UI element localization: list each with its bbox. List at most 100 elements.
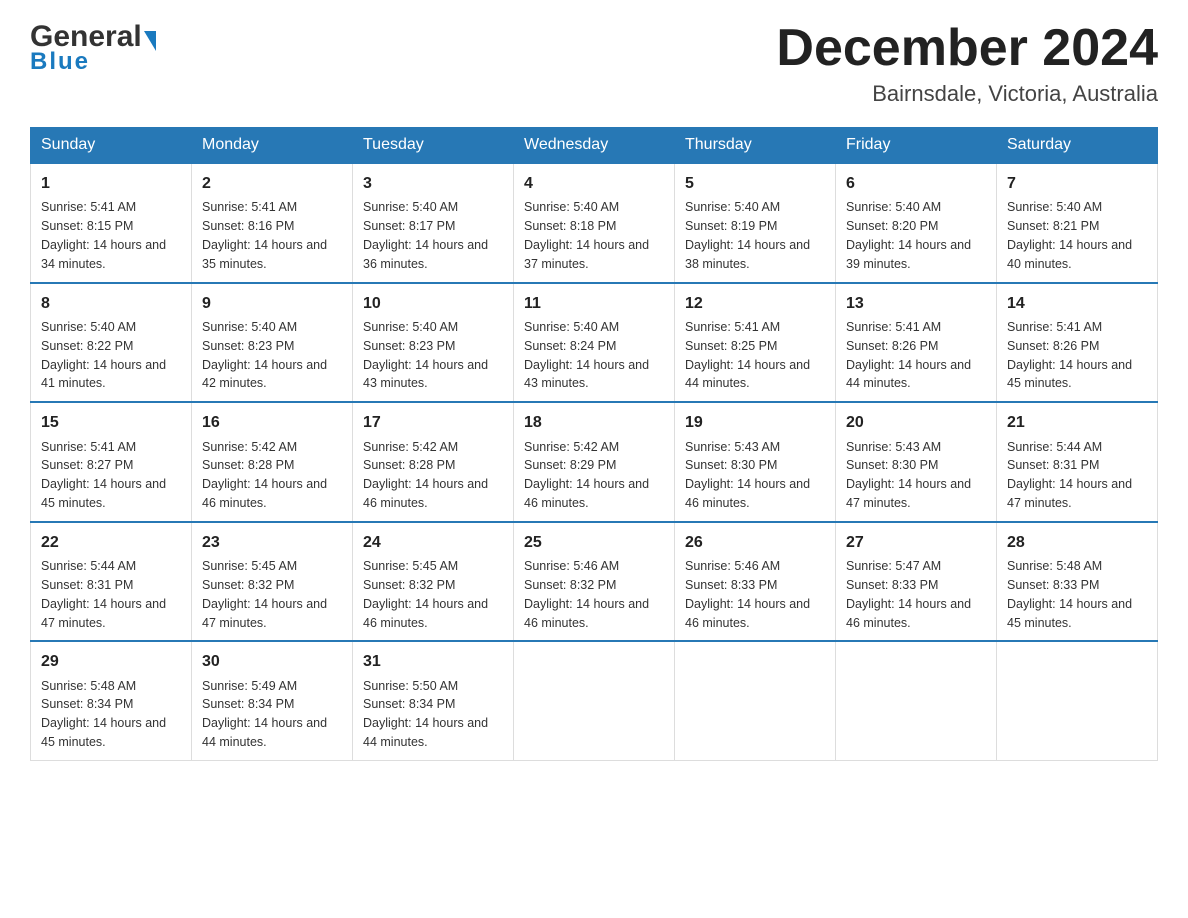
day-number: 14	[1007, 292, 1147, 315]
calendar-week-row: 15 Sunrise: 5:41 AMSunset: 8:27 PMDayligh…	[31, 402, 1158, 522]
day-number: 17	[363, 411, 503, 434]
calendar-cell	[997, 641, 1158, 760]
day-info: Sunrise: 5:42 AMSunset: 8:28 PMDaylight:…	[363, 440, 488, 511]
day-info: Sunrise: 5:45 AMSunset: 8:32 PMDaylight:…	[202, 559, 327, 630]
day-info: Sunrise: 5:44 AMSunset: 8:31 PMDaylight:…	[1007, 440, 1132, 511]
calendar-cell: 22Sunrise: 5:44 AMSunset: 8:31 PMDayligh…	[31, 522, 192, 642]
calendar-cell: 4 Sunrise: 5:40 AMSunset: 8:18 PMDaylight…	[514, 163, 675, 283]
day-number: 6	[846, 172, 986, 195]
day-number: 15	[41, 411, 181, 434]
day-info: Sunrise: 5:48 AMSunset: 8:33 PMDaylight:…	[1007, 559, 1132, 630]
calendar-cell: 6 Sunrise: 5:40 AMSunset: 8:20 PMDaylight…	[836, 163, 997, 283]
calendar-cell: 23Sunrise: 5:45 AMSunset: 8:32 PMDayligh…	[192, 522, 353, 642]
col-header-tuesday: Tuesday	[353, 128, 514, 164]
day-number: 26	[685, 531, 825, 554]
day-number: 20	[846, 411, 986, 434]
logo-blue-text: Blue	[30, 48, 90, 76]
title-area: December 2024 Bairnsdale, Victoria, Aust…	[776, 20, 1158, 107]
calendar-cell: 14 Sunrise: 5:41 AMSunset: 8:26 PMDayligh…	[997, 283, 1158, 403]
day-info: Sunrise: 5:40 AMSunset: 8:23 PMDaylight:…	[202, 320, 327, 391]
day-info: Sunrise: 5:40 AMSunset: 8:24 PMDaylight:…	[524, 320, 649, 391]
month-title: December 2024	[776, 20, 1158, 77]
calendar-cell: 10 Sunrise: 5:40 AMSunset: 8:23 PMDayligh…	[353, 283, 514, 403]
calendar-cell: 17 Sunrise: 5:42 AMSunset: 8:28 PMDayligh…	[353, 402, 514, 522]
day-info: Sunrise: 5:40 AMSunset: 8:19 PMDaylight:…	[685, 200, 810, 271]
day-number: 3	[363, 172, 503, 195]
day-number: 29	[41, 650, 181, 673]
calendar-cell: 30 Sunrise: 5:49 AMSunset: 8:34 PMDayligh…	[192, 641, 353, 760]
day-info: Sunrise: 5:40 AMSunset: 8:18 PMDaylight:…	[524, 200, 649, 271]
day-info: Sunrise: 5:45 AMSunset: 8:32 PMDaylight:…	[363, 559, 488, 630]
calendar-cell: 16 Sunrise: 5:42 AMSunset: 8:28 PMDayligh…	[192, 402, 353, 522]
col-header-thursday: Thursday	[675, 128, 836, 164]
calendar-cell: 11Sunrise: 5:40 AMSunset: 8:24 PMDayligh…	[514, 283, 675, 403]
calendar-cell: 31 Sunrise: 5:50 AMSunset: 8:34 PMDayligh…	[353, 641, 514, 760]
calendar-cell: 3 Sunrise: 5:40 AMSunset: 8:17 PMDaylight…	[353, 163, 514, 283]
calendar-week-row: 22Sunrise: 5:44 AMSunset: 8:31 PMDayligh…	[31, 522, 1158, 642]
calendar-cell	[514, 641, 675, 760]
day-info: Sunrise: 5:42 AMSunset: 8:28 PMDaylight:…	[202, 440, 327, 511]
day-number: 27	[846, 531, 986, 554]
day-info: Sunrise: 5:40 AMSunset: 8:21 PMDaylight:…	[1007, 200, 1132, 271]
calendar-cell: 7 Sunrise: 5:40 AMSunset: 8:21 PMDaylight…	[997, 163, 1158, 283]
day-info: Sunrise: 5:42 AMSunset: 8:29 PMDaylight:…	[524, 440, 649, 511]
page-header: General Blue December 2024 Bairnsdale, V…	[30, 20, 1158, 107]
day-info: Sunrise: 5:49 AMSunset: 8:34 PMDaylight:…	[202, 679, 327, 750]
day-info: Sunrise: 5:43 AMSunset: 8:30 PMDaylight:…	[685, 440, 810, 511]
col-header-wednesday: Wednesday	[514, 128, 675, 164]
calendar-week-row: 1 Sunrise: 5:41 AMSunset: 8:15 PMDaylight…	[31, 163, 1158, 283]
day-number: 10	[363, 292, 503, 315]
calendar-cell	[836, 641, 997, 760]
day-number: 1	[41, 172, 181, 195]
calendar-header-row: SundayMondayTuesdayWednesdayThursdayFrid…	[31, 128, 1158, 164]
calendar-cell: 25 Sunrise: 5:46 AMSunset: 8:32 PMDayligh…	[514, 522, 675, 642]
day-info: Sunrise: 5:50 AMSunset: 8:34 PMDaylight:…	[363, 679, 488, 750]
calendar-cell: 9 Sunrise: 5:40 AMSunset: 8:23 PMDaylight…	[192, 283, 353, 403]
day-info: Sunrise: 5:41 AMSunset: 8:25 PMDaylight:…	[685, 320, 810, 391]
day-number: 2	[202, 172, 342, 195]
day-info: Sunrise: 5:48 AMSunset: 8:34 PMDaylight:…	[41, 679, 166, 750]
calendar-cell: 2Sunrise: 5:41 AMSunset: 8:16 PMDaylight…	[192, 163, 353, 283]
calendar-week-row: 29 Sunrise: 5:48 AMSunset: 8:34 PMDayligh…	[31, 641, 1158, 760]
day-number: 24	[363, 531, 503, 554]
calendar-cell: 20 Sunrise: 5:43 AMSunset: 8:30 PMDayligh…	[836, 402, 997, 522]
day-info: Sunrise: 5:40 AMSunset: 8:22 PMDaylight:…	[41, 320, 166, 391]
day-number: 19	[685, 411, 825, 434]
logo: General Blue	[30, 20, 156, 76]
calendar-cell: 28 Sunrise: 5:48 AMSunset: 8:33 PMDayligh…	[997, 522, 1158, 642]
day-info: Sunrise: 5:40 AMSunset: 8:23 PMDaylight:…	[363, 320, 488, 391]
day-info: Sunrise: 5:41 AMSunset: 8:15 PMDaylight:…	[41, 200, 166, 271]
day-info: Sunrise: 5:41 AMSunset: 8:26 PMDaylight:…	[846, 320, 971, 391]
day-info: Sunrise: 5:40 AMSunset: 8:17 PMDaylight:…	[363, 200, 488, 271]
day-info: Sunrise: 5:43 AMSunset: 8:30 PMDaylight:…	[846, 440, 971, 511]
calendar-cell: 29 Sunrise: 5:48 AMSunset: 8:34 PMDayligh…	[31, 641, 192, 760]
day-number: 13	[846, 292, 986, 315]
col-header-saturday: Saturday	[997, 128, 1158, 164]
day-number: 9	[202, 292, 342, 315]
day-info: Sunrise: 5:46 AMSunset: 8:33 PMDaylight:…	[685, 559, 810, 630]
day-info: Sunrise: 5:44 AMSunset: 8:31 PMDaylight:…	[41, 559, 166, 630]
day-info: Sunrise: 5:41 AMSunset: 8:27 PMDaylight:…	[41, 440, 166, 511]
calendar-cell: 18 Sunrise: 5:42 AMSunset: 8:29 PMDayligh…	[514, 402, 675, 522]
calendar-week-row: 8Sunrise: 5:40 AMSunset: 8:22 PMDaylight…	[31, 283, 1158, 403]
day-info: Sunrise: 5:47 AMSunset: 8:33 PMDaylight:…	[846, 559, 971, 630]
day-number: 18	[524, 411, 664, 434]
day-number: 28	[1007, 531, 1147, 554]
day-number: 4	[524, 172, 664, 195]
calendar-cell	[675, 641, 836, 760]
calendar-cell: 19 Sunrise: 5:43 AMSunset: 8:30 PMDayligh…	[675, 402, 836, 522]
calendar-cell: 21Sunrise: 5:44 AMSunset: 8:31 PMDayligh…	[997, 402, 1158, 522]
day-number: 7	[1007, 172, 1147, 195]
day-number: 16	[202, 411, 342, 434]
day-number: 30	[202, 650, 342, 673]
day-info: Sunrise: 5:40 AMSunset: 8:20 PMDaylight:…	[846, 200, 971, 271]
day-number: 5	[685, 172, 825, 195]
day-info: Sunrise: 5:41 AMSunset: 8:26 PMDaylight:…	[1007, 320, 1132, 391]
col-header-monday: Monday	[192, 128, 353, 164]
col-header-friday: Friday	[836, 128, 997, 164]
calendar-cell: 15 Sunrise: 5:41 AMSunset: 8:27 PMDayligh…	[31, 402, 192, 522]
day-number: 31	[363, 650, 503, 673]
day-number: 25	[524, 531, 664, 554]
day-info: Sunrise: 5:46 AMSunset: 8:32 PMDaylight:…	[524, 559, 649, 630]
calendar-cell: 24 Sunrise: 5:45 AMSunset: 8:32 PMDayligh…	[353, 522, 514, 642]
